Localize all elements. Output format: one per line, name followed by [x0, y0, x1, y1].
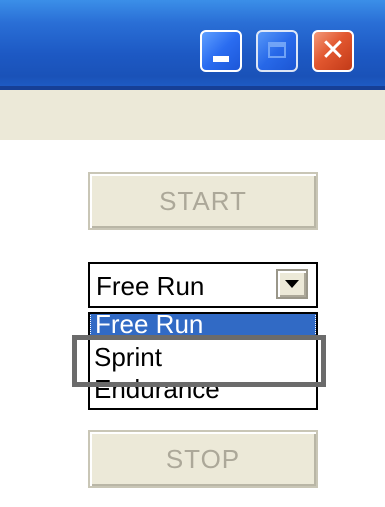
maximize-button[interactable] — [256, 30, 298, 72]
start-button[interactable]: START — [88, 172, 318, 230]
maximize-icon — [268, 42, 286, 58]
title-bar[interactable]: ✕ — [0, 0, 385, 90]
app-window: ✕ START Free Run Free Run Sprint Enduran… — [0, 0, 385, 507]
sprint-highlight-outline — [72, 335, 326, 387]
menu-bar — [0, 90, 385, 142]
minimize-icon — [213, 56, 229, 62]
stop-button[interactable]: STOP — [88, 430, 318, 488]
mode-select-value: Free Run — [96, 271, 205, 301]
chevron-down-icon — [285, 280, 299, 288]
close-button[interactable]: ✕ — [312, 30, 354, 72]
close-icon: ✕ — [320, 33, 346, 68]
mode-select[interactable]: Free Run — [88, 262, 318, 308]
minimize-button[interactable] — [200, 30, 242, 72]
dropdown-arrow-button[interactable] — [276, 269, 308, 299]
